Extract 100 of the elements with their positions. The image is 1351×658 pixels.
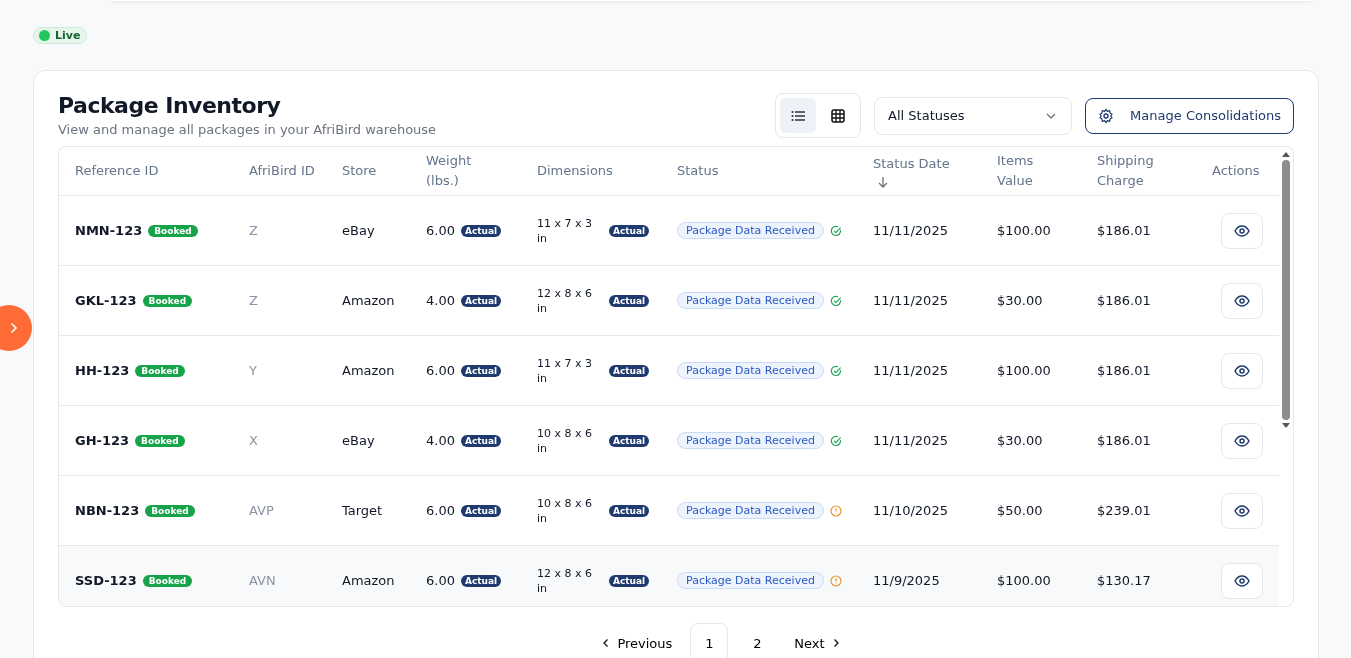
list-icon: [791, 108, 806, 123]
weight-value: 6.00: [426, 503, 455, 518]
scroll-down-icon[interactable]: [1282, 423, 1290, 429]
status-filter-dropdown[interactable]: All Statuses: [874, 96, 1073, 135]
table-row[interactable]: HH-123 Booked Y Amazon 6.00 Actual 11 x 7 x 3 in Actual Package Data Received 11/11/2025 $100.00 $186.01: [59, 336, 1279, 406]
next-page-link[interactable]: Next: [786, 625, 849, 658]
booked-tag: Booked: [135, 434, 185, 447]
dimensions-value: 12 x 8 x 6 in: [537, 285, 593, 316]
column-header: Reference ID: [75, 162, 159, 180]
scroll-up-icon[interactable]: [1282, 151, 1290, 157]
column-header: Status: [677, 162, 719, 180]
table-row[interactable]: SSD-123 Booked AVN Amazon 6.00 Actual 12 x 8 x 6 in Actual Package Data Received 11/9/2025 $100.00 $130.17: [59, 546, 1279, 606]
eye-icon: [1234, 504, 1250, 517]
reference-id: GKL-123: [75, 293, 137, 308]
status-date: 11/10/2025: [873, 503, 948, 518]
weight-value: 4.00: [426, 433, 455, 448]
weight-value: 6.00: [426, 573, 455, 588]
view-button[interactable]: [1221, 562, 1263, 599]
status-tag: Package Data Received: [677, 222, 824, 239]
status-tag: Package Data Received: [677, 502, 824, 519]
view-button[interactable]: [1221, 282, 1263, 319]
shipping-charge: $186.01: [1097, 433, 1151, 448]
weight-value: 6.00: [426, 223, 455, 238]
items-value: $100.00: [997, 223, 1051, 238]
table-row[interactable]: GKL-123 Booked Z Amazon 4.00 Actual 12 x 8 x 6 in Actual Package Data Received 11/11/2025 $30.00 $186.01: [59, 266, 1279, 336]
dimensions-value: 11 x 7 x 3 in: [537, 355, 593, 386]
items-value: $100.00: [997, 573, 1051, 588]
actual-tag: Actual: [609, 364, 650, 377]
status-tag: Package Data Received: [677, 432, 824, 449]
eye-icon: [1234, 574, 1250, 587]
dimensions-value: 12 x 8 x 6 in: [537, 565, 593, 596]
booked-tag: Booked: [142, 574, 193, 587]
shipping-charge: $186.01: [1097, 363, 1151, 378]
page-button[interactable]: 2: [738, 623, 777, 658]
column-header: Store: [342, 162, 377, 180]
panel-title: Package Inventory: [58, 93, 282, 118]
shipping-charge: $239.01: [1097, 503, 1151, 518]
status-date: 11/9/2025: [873, 573, 940, 588]
booked-tag: Booked: [142, 294, 193, 307]
view-button[interactable]: [1221, 212, 1263, 249]
previous-page-link[interactable]: Previous: [593, 625, 681, 658]
column-header: Shipping Charge: [1097, 152, 1155, 190]
status-date: 11/11/2025: [873, 363, 948, 378]
store-name: eBay: [342, 433, 375, 448]
afribird-id: AVN: [249, 573, 276, 588]
shipping-charge: $186.01: [1097, 223, 1151, 238]
actual-tag: Actual: [609, 574, 650, 587]
items-value: $30.00: [997, 433, 1043, 448]
chevron-right-icon: [8, 322, 20, 334]
shipping-charge: $186.01: [1097, 293, 1151, 308]
column-header: Items Value: [997, 152, 1035, 190]
booked-tag: Booked: [148, 224, 198, 237]
status-date: 11/11/2025: [873, 223, 948, 238]
afribird-id: Y: [249, 363, 257, 378]
eye-icon: [1234, 224, 1250, 237]
column-header: Weight (lbs.): [426, 152, 473, 190]
afribird-id: Z: [249, 223, 258, 238]
items-value: $30.00: [997, 293, 1043, 308]
dimensions-value: 11 x 7 x 3 in: [537, 215, 593, 246]
reference-id: HH-123: [75, 363, 130, 378]
table-row[interactable]: NMN-123 Booked Z eBay 6.00 Actual 11 x 7 x 3 in Actual Package Data Received 11/11/2025 $100.00 $186.01: [59, 196, 1279, 266]
actual-tag: Actual: [460, 434, 502, 447]
weight-value: 6.00: [426, 363, 455, 378]
dimensions-value: 10 x 8 x 6 in: [537, 425, 593, 456]
reference-id: NMN-123: [75, 223, 143, 238]
status-tag: Package Data Received: [677, 572, 824, 589]
view-button[interactable]: [1221, 352, 1263, 389]
panel-subtitle: View and manage all packages in your AfriBird warehouse: [58, 122, 437, 137]
live-label: Live: [55, 29, 81, 42]
booked-tag: Booked: [145, 504, 195, 517]
store-name: Amazon: [342, 363, 395, 378]
reference-id: SSD-123: [75, 573, 137, 588]
view-button[interactable]: [1221, 492, 1263, 529]
actual-tag: Actual: [460, 364, 502, 377]
weight-value: 4.00: [426, 293, 455, 308]
dimensions-value: 10 x 8 x 6 in: [537, 495, 593, 526]
store-name: Amazon: [342, 573, 395, 588]
actual-tag: Actual: [609, 504, 650, 517]
reference-id: GH-123: [75, 433, 130, 448]
page-button[interactable]: 1: [690, 623, 729, 658]
store-name: eBay: [342, 223, 375, 238]
table-row[interactable]: GH-123 Booked X eBay 4.00 Actual 10 x 8 x 6 in Actual Package Data Received 11/11/2025 $30.00 $186.01: [59, 406, 1279, 476]
afribird-id: Z: [249, 293, 258, 308]
eye-icon: [1234, 364, 1250, 377]
column-header: AfriBird ID: [249, 162, 316, 180]
items-value: $100.00: [997, 363, 1051, 378]
view-button[interactable]: [1221, 422, 1263, 459]
eye-icon: [1234, 294, 1250, 307]
status-date: 11/11/2025: [873, 293, 948, 308]
list-view-button[interactable]: [780, 98, 817, 133]
manage-consolidations-button[interactable]: Manage Consolidations: [1085, 97, 1294, 134]
column-header: Status Date: [873, 154, 957, 188]
items-value: $50.00: [997, 503, 1043, 518]
booked-tag: Booked: [135, 364, 185, 377]
status-date: 11/11/2025: [873, 433, 948, 448]
grid-icon: [831, 108, 846, 123]
afribird-id: AVP: [249, 503, 274, 518]
column-header: Dimensions: [537, 162, 613, 180]
afribird-id: X: [249, 433, 258, 448]
eye-icon: [1234, 434, 1250, 447]
